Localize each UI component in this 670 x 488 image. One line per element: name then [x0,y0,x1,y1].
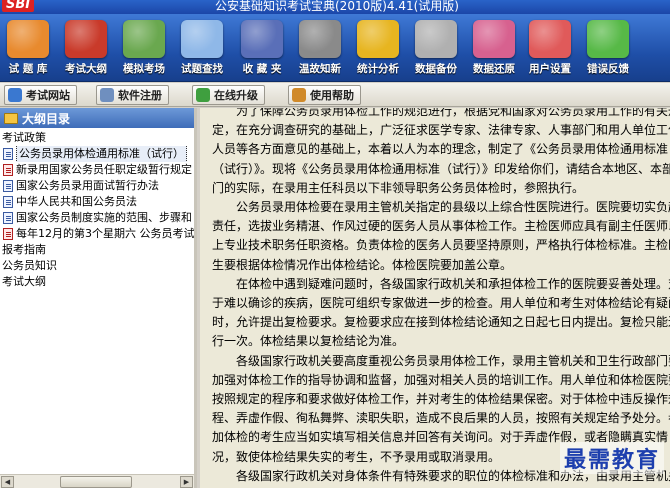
toolbar-button-7[interactable]: 数据备份 [410,18,462,80]
document-view: 为了保障公务员录用体检工作的规范进行，根据党和国家对公务员录用工作的有关规定，在… [200,108,670,488]
tree-category[interactable]: 考试政策 [0,130,194,146]
tree-category[interactable]: 考试大纲 [0,274,194,290]
tree-item[interactable]: 公务员录用体检通用标准（试行） [0,146,194,162]
toolbar-button-label: 错误反馈 [587,63,629,75]
toolbar-button-6[interactable]: 统计分析 [352,18,404,80]
document-icon [3,212,13,224]
secondary-button-3[interactable]: 使用帮助 [288,85,361,105]
toolbar-button-5[interactable]: 温故知新 [294,18,346,80]
title-bar: SBI 公安基础知识考试宝典(2010版)4.41(试用版) [0,0,670,14]
toolbar-button-2[interactable]: 模拟考场 [118,18,170,80]
toolbar-button-10[interactable]: 错误反馈 [582,18,634,80]
secondary-button-label: 软件注册 [118,89,162,102]
watermark-logo: 最需教育 [559,442,664,474]
help-icon [292,88,306,102]
tree-category[interactable]: 报考指南 [0,242,194,258]
pdf-document-icon [3,164,13,176]
download-icon [196,88,210,102]
refresh-arrows-icon [587,20,629,58]
secondary-button-label: 使用帮助 [310,89,354,102]
toolbar-button-label: 统计分析 [357,63,399,75]
tree-item-label: 每年12月的第3个星期六 公务员考试 [16,227,194,240]
toolbar-button-label: 收 藏 夹 [242,63,282,75]
secondary-button-2[interactable]: 在线升级 [192,85,265,105]
tree-item-label: 公务员知识 [2,259,57,272]
tree-item-label: 中华人民共和国公务员法 [16,195,137,208]
toolbar-button-4[interactable]: 收 藏 夹 [236,18,288,80]
scroll-left-icon[interactable]: ◀ [1,476,14,488]
scroll-right-icon[interactable]: ▶ [180,476,193,488]
tree-item-label: 考试大纲 [2,275,46,288]
outline-header: 大纲目录 [0,108,194,128]
toolbar-button-9[interactable]: 用户设置 [524,18,576,80]
toolbar-button-8[interactable]: 数据还原 [468,18,520,80]
toolbar-button-label: 温故知新 [299,63,341,75]
tree-item-label: 报考指南 [2,243,46,256]
document-icon [3,180,13,192]
register-icon [100,88,114,102]
tree-item[interactable]: 国家公务员录用面试暂行办法 [0,178,194,194]
restore-box-icon [473,20,515,58]
book-stack-icon [7,20,49,58]
secondary-button-label: 在线升级 [214,89,258,102]
tree-item-label: 国家公务员录用面试暂行办法 [16,179,159,192]
document-paragraph: 公务员录用体检要在录用主管机关指定的县级以上综合性医院进行。医院要切实负起责任，… [212,200,670,272]
toolbar-button-label: 模拟考场 [123,63,165,75]
horizontal-scrollbar[interactable]: ◀ ▶ [0,474,194,488]
window-title: 公安基础知识考试宝典(2010版)4.41(试用版) [215,0,459,13]
secondary-button-label: 考试网站 [26,89,70,102]
toolbar-button-3[interactable]: 试题查找 [176,18,228,80]
globe-icon [8,88,22,102]
secondary-button-1[interactable]: 软件注册 [96,85,169,105]
document-paragraph: 为了保障公务员录用体检工作的规范进行，根据党和国家对公务员录用工作的有关规定，在… [212,108,670,195]
toolbar-button-0[interactable]: 试 题 库 [2,18,54,80]
tree-item-label: 新录用国家公务员任职定级暂行规定 [16,163,192,176]
scissors-icon [299,20,341,58]
outline-panel: 大纲目录 考试政策公务员录用体检通用标准（试行） 新录用国家公务员任职定级暂行规定… [0,108,197,488]
tree-item[interactable]: 国家公务员制度实施的范围、步骤和 [0,210,194,226]
secondary-toolbar: 考试网站 软件注册 在线升级 使用帮助 [0,83,670,107]
tree-item[interactable]: 新录用国家公务员任职定级暂行规定 [0,162,194,178]
clipboard-icon [123,20,165,58]
toolbar-button-label: 数据备份 [415,63,457,75]
tree-item-label: 国家公务员制度实施的范围、步骤和 [16,211,192,224]
toolbar-button-label: 用户设置 [529,63,571,75]
pdf-document-icon [3,228,13,240]
outline-title: 大纲目录 [22,111,71,126]
pie-chart-icon [357,20,399,58]
outline-tree: 考试政策公务员录用体检通用标准（试行） 新录用国家公务员任职定级暂行规定 国家公务员… [0,130,194,474]
app-logo: SBI [2,0,35,12]
toolbar-button-label: 考试大纲 [65,63,107,75]
main-toolbar: 试 题 库 考试大纲 模拟考场 试题查找 收 藏 夹 温故知新 统计分析 数据备份 数据还原 用户… [0,14,670,82]
toolbar-button-label: 试题查找 [181,63,223,75]
document-content: 为了保障公务员录用体检工作的规范进行，根据党和国家对公务员录用工作的有关规定，在… [212,108,670,488]
toolbar-button-label: 试 题 库 [8,63,48,75]
scroll-thumb[interactable] [60,476,132,488]
document-icon [3,196,13,208]
tree-item-label: 考试政策 [2,131,46,144]
secondary-button-0[interactable]: 考试网站 [4,85,77,105]
disk-icon [415,20,457,58]
toolbar-button-1[interactable]: 考试大纲 [60,18,112,80]
folder-icon [4,112,18,124]
binder-icon [65,20,107,58]
tree-item-label: 公务员录用体检通用标准（试行） [16,146,187,162]
folder-icon [241,20,283,58]
tree-category[interactable]: 公务员知识 [0,258,194,274]
toolbar-button-label: 数据还原 [473,63,515,75]
document-icon [3,148,13,160]
tree-item[interactable]: 中华人民共和国公务员法 [0,194,194,210]
tree-item[interactable]: 每年12月的第3个星期六 公务员考试 [0,226,194,242]
document-paragraph: 在体检中遇到疑难问题时，各级国家行政机关和承担体检工作的医院要妥善处理。对于难以… [212,276,670,349]
magnifier-icon [181,20,223,58]
user-settings-icon [529,20,571,58]
